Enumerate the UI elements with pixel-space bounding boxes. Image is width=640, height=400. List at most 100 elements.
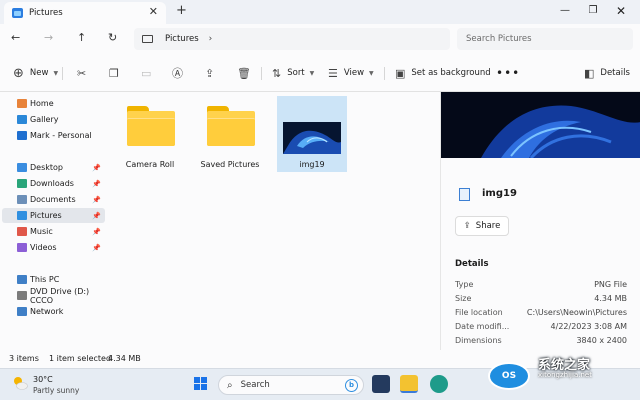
- navigation-pane: Home Gallery Mark - Personal Desktop 📌 Downlo…: [0, 92, 108, 350]
- chevron-right-icon[interactable]: ›: [209, 34, 213, 44]
- property-row: Type PNG File: [455, 280, 627, 294]
- paste-button[interactable]: ▭: [141, 66, 151, 80]
- sidebar-item-mark-personal[interactable]: Mark - Personal: [2, 128, 105, 143]
- site-watermark: OS 系统之家 xitongzhijia.net: [480, 352, 640, 400]
- clipboard-icon: ▭: [141, 66, 152, 80]
- folder-icon: [127, 106, 175, 146]
- sidebar-item-home[interactable]: Home: [2, 96, 105, 111]
- sidebar-item-network[interactable]: Network: [2, 304, 105, 319]
- pin-icon[interactable]: 📌: [92, 180, 101, 188]
- address-bar[interactable]: Pictures ›: [134, 28, 450, 50]
- partly-sunny-icon[interactable]: [12, 375, 28, 391]
- share-button[interactable]: ⇪: [205, 66, 214, 80]
- network-icon: [17, 307, 27, 316]
- png-file-icon: [459, 188, 470, 201]
- sidebar-item-this-pc[interactable]: This PC: [2, 272, 105, 287]
- documents-icon: [17, 195, 27, 204]
- sidebar-item-label: Network: [30, 307, 64, 316]
- sidebar-item-label: This PC: [30, 275, 60, 284]
- sidebar-item-label: Pictures: [30, 211, 62, 220]
- more-options-button[interactable]: •••: [496, 66, 520, 80]
- selection-count: 1 item selected: [49, 354, 112, 363]
- cut-button[interactable]: ✂: [77, 66, 86, 80]
- pin-icon[interactable]: 📌: [92, 228, 101, 236]
- close-tab-icon[interactable]: ✕: [149, 5, 158, 18]
- sidebar-item-dvd-drive-d-ccco[interactable]: DVD Drive (D:) CCCO: [2, 287, 105, 305]
- pin-icon[interactable]: 📌: [92, 244, 101, 252]
- refresh-icon[interactable]: ↻: [108, 31, 117, 44]
- taskbar-search-label: Search: [240, 380, 270, 390]
- sidebar-item-label: Music: [30, 227, 53, 236]
- forward-arrow-icon[interactable]: →: [44, 31, 53, 44]
- photos-app-icon[interactable]: [372, 375, 390, 393]
- pin-icon[interactable]: 📌: [92, 164, 101, 172]
- property-row: Date modifi... 4/22/2023 3:08 AM: [455, 322, 627, 336]
- pin-icon[interactable]: 📌: [92, 212, 101, 220]
- minimize-button[interactable]: —: [552, 2, 578, 20]
- weather-condition[interactable]: Partly sunny: [33, 386, 79, 395]
- sidebar-item-music[interactable]: Music 📌: [2, 224, 105, 239]
- sidebar-item-label: Downloads: [30, 179, 74, 188]
- property-value: C:\Users\Neowin\Pictures: [526, 308, 627, 317]
- sidebar-item-pictures[interactable]: Pictures 📌: [2, 208, 105, 223]
- share-icon: ⇪: [205, 66, 215, 80]
- file-img19[interactable]: img19: [277, 96, 347, 172]
- chevron-down-icon: ▼: [369, 69, 374, 77]
- property-key: Dimensions: [455, 336, 502, 345]
- sort-button[interactable]: ⇅ Sort ▼: [272, 66, 314, 80]
- edge-browser-icon[interactable]: [430, 375, 448, 393]
- taskbar-search[interactable]: ⌕ Search b: [218, 375, 364, 395]
- title-bar: Pictures ✕ + — ❐ ✕: [0, 0, 640, 24]
- breadcrumb-pictures[interactable]: Pictures: [165, 34, 199, 44]
- plus-circle-icon: ⊕: [13, 65, 24, 81]
- rename-button[interactable]: Ⓐ: [172, 66, 183, 80]
- windows-start-icon[interactable]: [194, 377, 208, 391]
- videos-icon: [17, 243, 27, 252]
- delete-button[interactable]: 🗑: [237, 66, 251, 80]
- property-key: Type: [455, 280, 474, 289]
- new-button[interactable]: ⊕ New ▼: [13, 65, 58, 81]
- pin-icon[interactable]: 📌: [92, 196, 101, 204]
- back-arrow-icon[interactable]: ←: [11, 31, 20, 44]
- selection-size: 4.34 MB: [108, 354, 141, 363]
- search-input[interactable]: Search Pictures: [457, 28, 633, 50]
- share-button[interactable]: ⇪ Share: [455, 216, 509, 236]
- new-tab-button[interactable]: +: [176, 3, 187, 18]
- sidebar-item-label: Mark - Personal: [30, 131, 92, 140]
- close-window-button[interactable]: ✕: [608, 2, 634, 20]
- view-button[interactable]: ☰ View ▼: [328, 66, 374, 80]
- chevron-down-icon: ▼: [309, 69, 315, 77]
- file-explorer-app-icon[interactable]: [400, 375, 418, 393]
- sidebar-item-gallery[interactable]: Gallery: [2, 112, 105, 127]
- tab-pictures[interactable]: Pictures ✕: [4, 2, 166, 24]
- watermark-logo: OS: [488, 362, 530, 390]
- folder-saved-pictures[interactable]: Saved Pictures: [195, 96, 265, 172]
- sidebar-item-label: Gallery: [30, 115, 59, 124]
- sidebar-item-desktop[interactable]: Desktop 📌: [2, 160, 105, 175]
- sort-icon: ⇅: [272, 66, 282, 80]
- copilot-icon[interactable]: b: [345, 379, 358, 392]
- details-pane-icon: ◧: [584, 66, 595, 80]
- details-heading: Details: [455, 259, 489, 269]
- divider: [384, 67, 385, 80]
- sidebar-item-label: Videos: [30, 243, 57, 252]
- details-toggle-button[interactable]: ◧ Details: [584, 66, 630, 80]
- tab-title: Pictures: [29, 8, 63, 18]
- wallpaper-icon: ▣: [395, 66, 406, 80]
- onedrive-icon: [17, 131, 27, 140]
- property-value: 4.34 MB: [594, 294, 627, 303]
- details-pane: img19 ⇪ Share Details Type PNG File Size…: [440, 92, 640, 350]
- address-row: ← → ↑ ↻ Pictures › Search Pictures: [0, 24, 640, 54]
- up-arrow-icon[interactable]: ↑: [77, 31, 86, 44]
- command-bar: ⊕ New ▼ ✂ ❐ ▭ Ⓐ ⇪ 🗑 ⇅ Sort ▼ ☰ View ▼ ▣ …: [0, 54, 640, 92]
- sidebar-item-downloads[interactable]: Downloads 📌: [2, 176, 105, 191]
- set-as-background-button[interactable]: ▣ Set as background: [395, 66, 491, 80]
- copy-icon: ❐: [109, 66, 119, 80]
- sidebar-item-documents[interactable]: Documents 📌: [2, 192, 105, 207]
- maximize-button[interactable]: ❐: [580, 2, 606, 20]
- copy-button[interactable]: ❐: [109, 66, 119, 80]
- weather-temperature[interactable]: 30°C: [33, 375, 53, 384]
- sidebar-item-videos[interactable]: Videos 📌: [2, 240, 105, 255]
- pictures-folder-icon: [12, 8, 23, 18]
- folder-camera-roll[interactable]: Camera Roll: [115, 96, 185, 172]
